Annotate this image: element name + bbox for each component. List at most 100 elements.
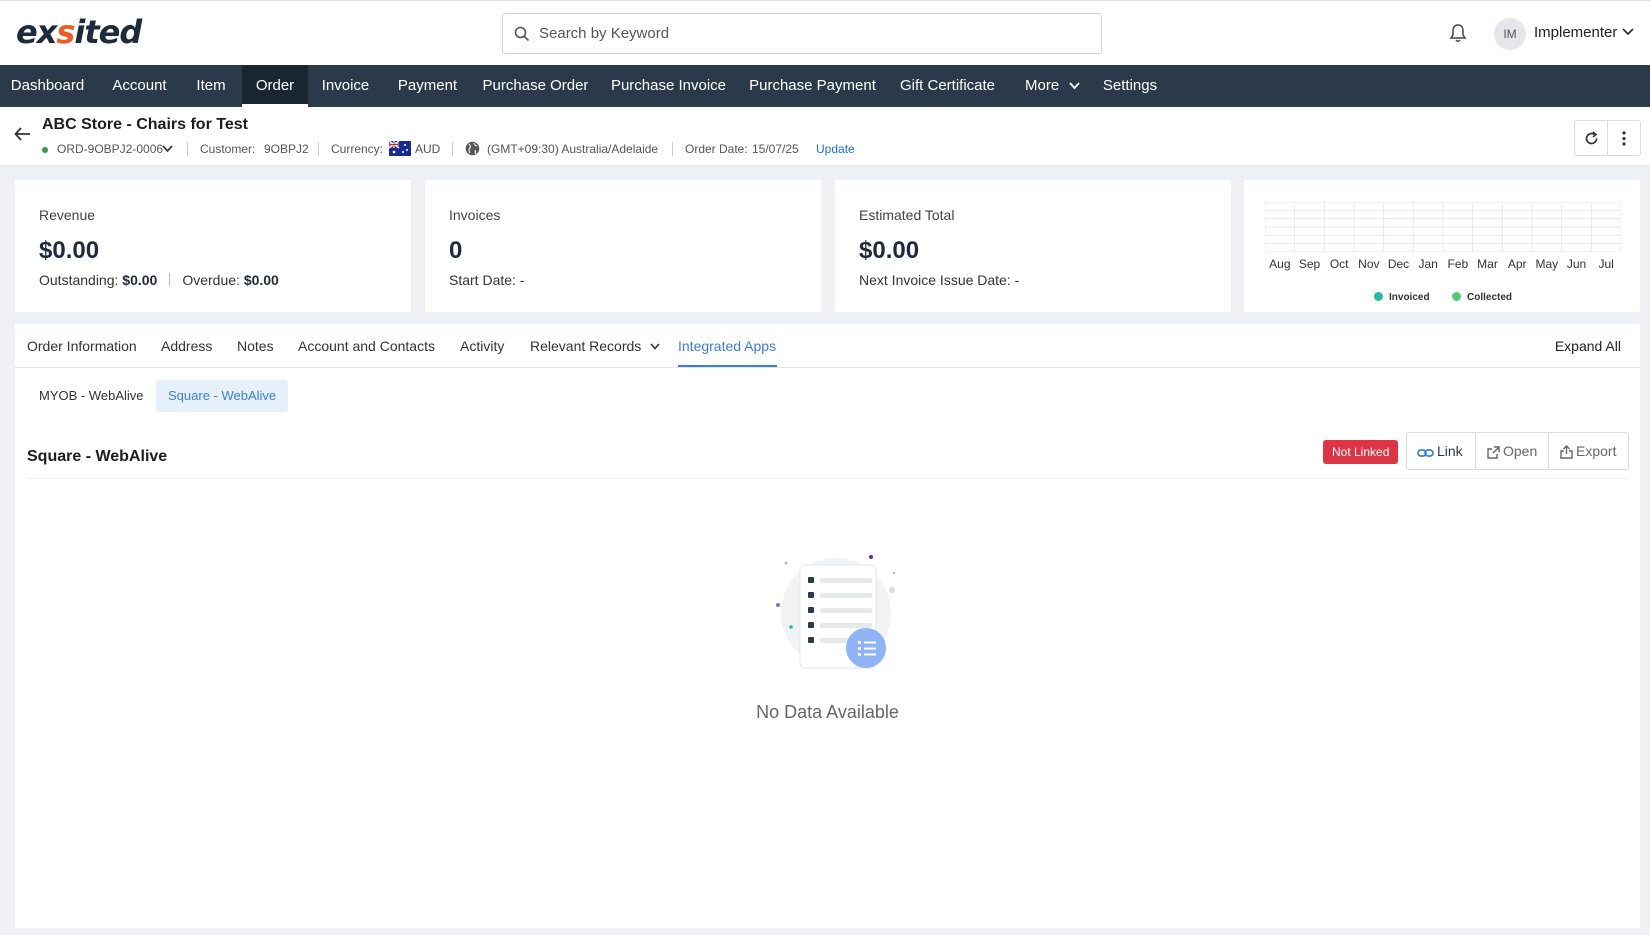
chart-tick-label: Feb [1447,257,1469,271]
status-dot [42,147,48,153]
chart-tick-label: Oct [1329,257,1349,271]
integration-actions: Link Open Export [1406,432,1629,470]
globe-icon [465,141,480,156]
tab-activity[interactable]: Activity [460,338,504,354]
logo-text-right: ited [74,13,142,51]
divider [672,142,673,156]
link-button[interactable]: Link [1417,433,1463,469]
chart-tick-label: Sep [1298,257,1321,271]
chevron-down-icon[interactable] [162,145,173,153]
search-box [502,13,1102,54]
nav-item-dashboard[interactable]: Dashboard [0,65,95,107]
revenue-label: Revenue [39,207,96,223]
chevron-down-icon[interactable] [1069,82,1080,90]
main-nav: Dashboard Account Item Order Invoice Pay… [0,65,1650,107]
page-title: ABC Store - Chairs for Test [42,116,248,133]
external-link-icon [1487,446,1500,459]
outstanding-value: $0.00 [122,272,158,288]
top-bar: exsited IM Implementer [0,0,1650,65]
currency-label: Currency: [331,142,384,156]
divider [27,478,1627,479]
legend-label: Collected [1467,292,1513,303]
chart-tick-label: Jan [1418,257,1438,271]
export-button[interactable]: Export [1560,433,1616,469]
nav-item-settings[interactable]: Settings [1090,65,1170,107]
australia-flag-icon [389,141,411,156]
chevron-down-icon[interactable] [650,343,660,350]
overdue-label: Overdue: [182,272,240,288]
chart-tick-label: Dec [1387,257,1410,271]
order-number[interactable]: ORD-9OBPJ2-0006 [57,142,163,156]
refresh-icon [1585,131,1598,145]
outstanding-label: Outstanding: [39,272,119,288]
empty-state-illustration [776,555,896,669]
search-icon [514,26,530,42]
logo-text-accent: s [56,13,75,51]
nav-item-payment[interactable]: Payment [383,65,472,107]
divider [1548,433,1549,469]
user-name[interactable]: Implementer [1534,24,1617,41]
nav-item-purchase-payment[interactable]: Purchase Payment [738,65,887,107]
chart-tick-label: Jul [1598,257,1614,271]
revenue-value: $0.00 [39,237,100,264]
nav-item-gift-certificate[interactable]: Gift Certificate [887,65,1008,107]
subtab-myob-webalive[interactable]: MYOB - WebAlive [27,380,156,412]
tab-account-and-contacts[interactable]: Account and Contacts [298,338,435,354]
legend-dot [1452,292,1461,301]
nav-item-purchase-order[interactable]: Purchase Order [472,65,599,107]
estimated-total-label: Estimated Total [859,207,955,223]
app-logo[interactable]: exsited [16,13,142,51]
nav-item-invoice[interactable]: Invoice [308,65,383,107]
divider [452,142,453,156]
invoice-chart-card: Aug Sep Oct Nov Dec Jan Feb Mar Apr May Jun Jul Inv… [1244,180,1640,312]
nav-item-more[interactable]: More [1008,65,1074,107]
kebab-menu-icon [1622,131,1626,146]
subtab-square-webalive[interactable]: Square - WebAlive [156,380,289,412]
open-button[interactable]: Open [1487,433,1537,469]
update-link[interactable]: Update [816,142,855,156]
chart-grid [1265,202,1621,252]
chart-tick-label: Nov [1358,257,1380,271]
tab-notes[interactable]: Notes [237,338,274,354]
status-badge: Not Linked [1323,440,1399,464]
chevron-down-icon[interactable] [1622,28,1634,36]
chart-tick-label: Apr [1507,257,1527,271]
nav-item-account[interactable]: Account [95,65,184,107]
currency-value: AUD [415,142,441,156]
nav-item-purchase-invoice[interactable]: Purchase Invoice [599,65,738,107]
nav-item-item[interactable]: Item [184,65,238,107]
bell-icon[interactable] [1449,23,1467,43]
tab-bar: Order Information Address Notes Account … [15,324,1640,368]
legend-item-collected: Collected [1452,292,1512,303]
active-tab-indicator [678,365,777,367]
order-date-label: Order Date: [685,142,748,156]
expand-all-button[interactable]: Expand All [1555,338,1621,354]
main-panel: Order Information Address Notes Account … [15,324,1640,928]
back-arrow-icon[interactable] [14,127,31,141]
refresh-button[interactable] [1574,120,1608,156]
nav-item-order[interactable]: Order [242,65,308,107]
tab-integrated-apps[interactable]: Integrated Apps [678,338,776,354]
order-header: ABC Store - Chairs for Test ORD-9OBPJ2-0… [0,107,1650,166]
invoices-value: 0 [449,237,463,264]
timezone: (GMT+09:30) Australia/Adelaide [487,142,659,156]
legend-dot [1374,292,1383,301]
tab-address[interactable]: Address [161,338,212,354]
customer-value: 9OBPJ2 [264,142,309,156]
revenue-card: Revenue $0.00 Outstanding: $0.00 Overdue:… [15,180,411,312]
empty-state-message: No Data Available [756,702,899,722]
export-label: Export [1576,443,1617,459]
search-input[interactable] [539,14,1089,53]
tab-relevant-records[interactable]: Relevant Records [530,338,641,354]
tab-order-information[interactable]: Order Information [27,338,137,354]
legend-label: Invoiced [1389,292,1430,303]
chart-tick-label: May [1535,257,1559,271]
overdue-value: $0.00 [243,272,279,288]
order-date-value: 15/07/25 [752,142,799,156]
more-options-button[interactable] [1607,120,1641,156]
avatar[interactable]: IM [1494,18,1526,50]
estimated-total-card: Estimated Total $0.00 Next Invoice Issue… [835,180,1231,312]
start-date: Start Date: - [449,272,525,288]
open-label: Open [1503,443,1538,459]
revenue-breakdown: Outstanding: $0.00 Overdue: $0.00 [39,272,279,288]
